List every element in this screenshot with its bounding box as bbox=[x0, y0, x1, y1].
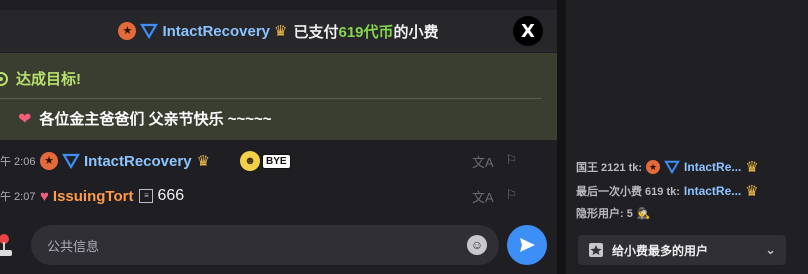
translate-icon[interactable]: 文A bbox=[472, 152, 494, 171]
report-icon[interactable]: ⚐ bbox=[506, 187, 518, 206]
message-actions: 文A ⚐ bbox=[472, 187, 517, 206]
incognito-icon: 🕵 bbox=[636, 207, 651, 220]
smiley-icon: ☻ bbox=[240, 151, 261, 171]
star-badge-icon: ★ bbox=[40, 152, 58, 170]
chat-message: 午 2:06 ★ IntactRecovery ♛ ☻ BYE 文A ⚐ bbox=[0, 149, 557, 173]
crown-icon: ♛ bbox=[196, 153, 211, 170]
tip-banner-username[interactable]: IntactRecovery bbox=[162, 23, 270, 40]
translate-icon[interactable]: 文A bbox=[472, 187, 494, 206]
goal-title: 达成目标! bbox=[16, 71, 81, 88]
chat-message: 午 2:07 ♥ IssuingTort ≡ 666 文A ⚐ bbox=[0, 184, 557, 208]
tip-banner-text-before: 已支付 bbox=[293, 23, 339, 41]
top-tippers-button[interactable]: 给小费最多的用户 ⌄ bbox=[578, 235, 786, 265]
document-icon: ≡ bbox=[139, 189, 154, 203]
last-tip-username[interactable]: IntactRe... bbox=[684, 184, 741, 198]
tri-badge-icon bbox=[664, 160, 680, 174]
hidden-users-label: 隐形用户: 5 bbox=[576, 208, 633, 220]
king-row: 国王 2121 tk: ★ IntactRe... ♛ bbox=[576, 158, 759, 176]
message-actions: 文A ⚐ bbox=[472, 152, 517, 171]
x-logo-icon[interactable]: X bbox=[513, 16, 543, 46]
chevron-down-icon: ⌄ bbox=[765, 242, 776, 257]
tip-banner-text-after: 的小费 bbox=[393, 23, 439, 41]
goal-message: 各位金主爸爸们 父亲节快乐 ~~~~~ bbox=[39, 111, 272, 128]
diamond-badge-icon: ♥ bbox=[40, 187, 49, 205]
send-icon bbox=[520, 238, 535, 252]
message-time: 午 2:07 bbox=[0, 191, 36, 203]
message-time: 午 2:06 bbox=[0, 156, 36, 168]
tri-badge-icon bbox=[62, 153, 80, 169]
sticker-text: BYE bbox=[262, 153, 291, 169]
king-label: 国王 2121 tk: bbox=[576, 162, 643, 174]
joystick-icon[interactable] bbox=[0, 232, 14, 258]
last-tip-label: 最后一次小费 619 tk: bbox=[576, 186, 680, 198]
message-input-placeholder: 公共信息 bbox=[47, 238, 100, 254]
medal-icon bbox=[589, 243, 603, 257]
tip-banner-amount: 619代币 bbox=[338, 23, 394, 41]
goal-panel: 达成目标! ❤ 各位金主爸爸们 父亲节快乐 ~~~~~ bbox=[0, 53, 557, 140]
goal-title-row: 达成目标! bbox=[0, 68, 81, 89]
top-tippers-label: 给小费最多的用户 bbox=[612, 243, 709, 258]
star-badge-icon: ★ bbox=[646, 160, 661, 174]
side-panel: 国王 2121 tk: ★ IntactRe... ♛ 最后一次小费 619 t… bbox=[566, 0, 808, 274]
crown-icon: ♛ bbox=[745, 183, 759, 200]
crown-icon: ♛ bbox=[274, 23, 288, 40]
hidden-users-row: 隐形用户: 5 🕵 bbox=[576, 205, 651, 221]
message-text: 666 bbox=[157, 187, 185, 204]
goal-message-row: ❤ 各位金主爸爸们 父亲节快乐 ~~~~~ bbox=[18, 108, 272, 129]
king-username[interactable]: IntactRe... bbox=[684, 160, 741, 174]
target-icon bbox=[0, 71, 8, 86]
chat-input-row: 公共信息 ☺ bbox=[0, 222, 557, 274]
chat-panel: ★ IntactRecovery ♛ 已支付 619代币 的小费 X 达成目标!… bbox=[0, 0, 557, 274]
report-icon[interactable]: ⚐ bbox=[506, 152, 518, 171]
send-button[interactable] bbox=[507, 225, 547, 265]
bye-sticker: ☻ BYE bbox=[240, 151, 291, 171]
tri-badge-icon bbox=[140, 23, 159, 39]
tip-banner: ★ IntactRecovery ♛ 已支付 619代币 的小费 X bbox=[0, 10, 557, 52]
goal-divider bbox=[0, 98, 541, 99]
crown-icon: ♛ bbox=[745, 159, 759, 176]
message-username[interactable]: IntactRecovery bbox=[84, 153, 192, 170]
panel-separator bbox=[557, 0, 566, 274]
star-badge-icon: ★ bbox=[118, 22, 137, 40]
emoji-icon[interactable]: ☺ bbox=[467, 235, 487, 255]
message-input[interactable]: 公共信息 ☺ bbox=[31, 225, 499, 265]
last-tip-row: 最后一次小费 619 tk: IntactRe... ♛ bbox=[576, 182, 759, 200]
heart-icon: ❤ bbox=[18, 110, 32, 128]
message-username[interactable]: IssuingTort bbox=[53, 188, 134, 205]
